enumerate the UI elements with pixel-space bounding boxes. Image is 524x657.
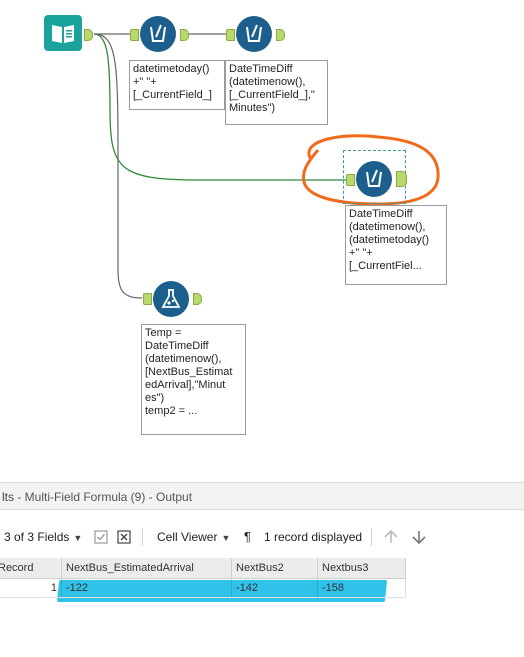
formula-2-output-anchor[interactable] <box>276 29 285 41</box>
results-pane: lts - Multi-Field Formula (9) - Output 3… <box>0 482 524 657</box>
arrow-down-icon[interactable] <box>411 529 427 545</box>
formula-1-input-anchor[interactable] <box>130 29 139 41</box>
formula-3-annotation: DateTimeDiff (datetimenow(), (datetimeto… <box>345 205 447 285</box>
formula-tool-1[interactable] <box>140 16 176 52</box>
table-row[interactable]: 1 -122 -142 -158 <box>0 579 406 598</box>
results-title-lead: lts <box>2 490 14 504</box>
formula-4-output-anchor[interactable] <box>193 293 202 305</box>
formula-3-output-anchor[interactable] <box>396 171 407 187</box>
results-title-bar: lts - Multi-Field Formula (9) - Output <box>0 482 524 510</box>
grid-header-row: Record NextBus_EstimatedArrival NextBus2… <box>0 558 406 579</box>
formula-3-input-anchor[interactable] <box>346 174 355 186</box>
book-input-icon <box>52 25 74 43</box>
formula-2-input-anchor[interactable] <box>226 29 235 41</box>
chevron-down-icon: ▼ <box>221 533 231 543</box>
column-header-record[interactable]: Record <box>0 558 62 578</box>
chevron-down-icon: ▼ <box>73 533 83 543</box>
input-output-anchor[interactable] <box>84 29 93 41</box>
workflow-canvas[interactable]: datetimetoday() +" "+ [_CurrentField_] D… <box>0 0 524 470</box>
formula-4-input-anchor[interactable] <box>143 293 152 305</box>
formula-2-annotation: DateTimeDiff (datetimenow(), [_CurrentFi… <box>225 60 328 125</box>
formula-tool-4[interactable] <box>153 281 189 317</box>
formula-tool-icon <box>246 24 262 42</box>
results-title-text: - Multi-Field Formula (9) - Output <box>14 490 193 504</box>
cell-viewer-dropdown[interactable]: Cell Viewer ▼ <box>157 522 230 553</box>
formula-tool-2[interactable] <box>236 16 272 52</box>
formula-1-output-anchor[interactable] <box>180 29 189 41</box>
cell-nextbus-estimatedarrival: -122 <box>62 579 232 597</box>
formula-4-annotation: Temp = DateTimeDiff (datetimenow(), [Nex… <box>141 324 246 435</box>
pilcrow-icon[interactable]: ¶ <box>244 522 251 552</box>
toolbar-divider <box>371 528 372 546</box>
formula-tool-icon <box>150 24 166 42</box>
formula-tool-icon <box>366 169 382 187</box>
formula-tool-3[interactable] <box>356 161 392 197</box>
column-header-nextbus3[interactable]: Nextbus3 <box>318 558 406 578</box>
record-count: 1 record displayed <box>264 530 363 544</box>
checkbox-icon[interactable] <box>94 530 108 544</box>
cell-record: 1 <box>0 579 62 597</box>
column-header-nextbus2[interactable]: NextBus2 <box>232 558 318 578</box>
delete-icon[interactable] <box>117 530 131 544</box>
cell-nextbus3: -158 <box>318 579 406 597</box>
results-grid[interactable]: Record NextBus_EstimatedArrival NextBus2… <box>0 558 406 598</box>
cell-viewer-label: Cell Viewer <box>157 530 218 544</box>
fields-selector[interactable]: 3 of 3 Fields ▼ <box>4 522 82 553</box>
arrow-up-icon[interactable] <box>383 529 399 545</box>
formula-1-annotation: datetimetoday() +" "+ [_CurrentField_] <box>129 60 225 110</box>
input-data-tool[interactable] <box>44 15 82 51</box>
toolbar-divider <box>142 528 143 546</box>
fields-selector-label: 3 of 3 Fields <box>4 530 70 544</box>
column-header-nextbus-estimatedarrival[interactable]: NextBus_EstimatedArrival <box>62 558 232 578</box>
results-toolbar: 3 of 3 Fields ▼ Cell Viewer ▼ ¶ 1 record d… <box>0 522 524 552</box>
flask-tool-icon <box>161 289 181 308</box>
cell-nextbus2: -142 <box>232 579 318 597</box>
